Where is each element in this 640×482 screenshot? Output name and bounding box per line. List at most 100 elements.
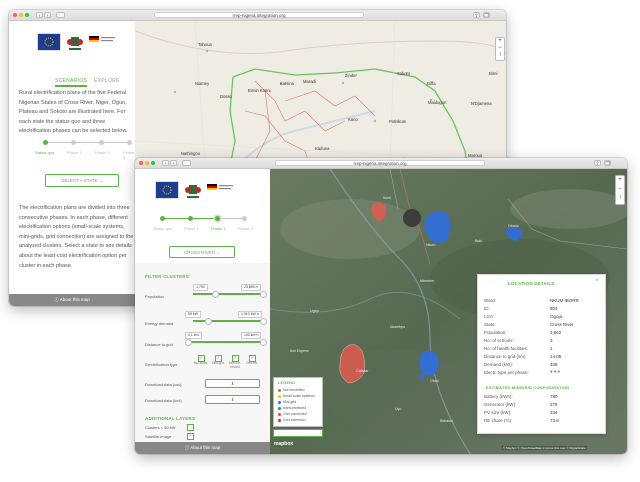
back-nav-icon[interactable]: ‹	[162, 160, 169, 167]
back-description: Rural electrification plans of the five …	[19, 89, 135, 137]
filter-label: Population	[145, 294, 164, 299]
download-kml-button[interactable]: ⬇	[205, 395, 260, 404]
back-nav-icon[interactable]: ‹	[36, 12, 43, 19]
checkbox-label: Grid ext.	[245, 361, 259, 365]
detail-value: 3	[550, 338, 553, 343]
close-icon[interactable]: ×	[595, 278, 599, 284]
checkbox-satellite-image[interactable]: ✓	[187, 433, 194, 440]
front-phase-dot-phase-2[interactable]	[215, 216, 220, 221]
forward-nav-icon[interactable]: ›	[44, 12, 51, 19]
chevron-down-icon: ⌄	[98, 178, 103, 183]
help-icon[interactable]: ⓘ	[187, 273, 191, 279]
back-phase-dot-phase-2[interactable]	[99, 140, 104, 145]
distance-slider-track[interactable]	[187, 341, 263, 343]
close-window-button[interactable]	[13, 13, 17, 17]
tab-explore[interactable]: EXPLORE	[94, 78, 120, 84]
back-compass-button[interactable]: ↑	[496, 52, 504, 59]
download-icon: ⬇	[230, 397, 235, 402]
back-url-bar[interactable]: rrep-nigeria.integration.org	[154, 12, 364, 18]
tabs-icon[interactable]: ❐	[483, 12, 490, 19]
forward-nav-icon[interactable]: ›	[170, 160, 177, 167]
map-city-label: Birni	[489, 71, 498, 76]
nigeria-coat-of-arms-logo	[185, 185, 201, 198]
filter-max-value[interactable]: 100 km h	[241, 332, 262, 339]
legend-label: Grid connected	[283, 412, 307, 416]
filter-min-value[interactable]: 1,790	[193, 284, 208, 291]
map-city-label: N'Djamena	[471, 101, 492, 106]
front-zoom-in-button[interactable]: +	[616, 176, 624, 185]
filter-max-value[interactable]: 23,890 h	[241, 284, 261, 291]
intro-line: electrification options (small-scale sys…	[19, 224, 125, 231]
front-zoom-out-button[interactable]: −	[616, 185, 624, 194]
energy-demand-slider-track[interactable]	[193, 320, 263, 322]
front-phase-label: Phase 2	[211, 226, 226, 231]
checkbox-clusters-small[interactable]	[187, 424, 194, 431]
map-place-label: Oban	[430, 379, 439, 383]
share-icon[interactable]: ⇪	[473, 12, 480, 19]
config-key: Generator (kW):	[484, 402, 517, 407]
distance-slider-min-handle[interactable]	[185, 339, 192, 346]
maximize-window-button[interactable]	[25, 13, 29, 17]
distance-slider-max-handle[interactable]	[260, 339, 267, 346]
front-url-bar[interactable]: rrep-nigeria.integration.org	[275, 160, 485, 166]
state-select-button[interactable]: CROSS RIVER ⌄	[169, 246, 235, 258]
front-about-footer[interactable]: ⓘ About this map	[135, 442, 270, 454]
tab-scenarios[interactable]: SCENARIOS	[55, 78, 88, 87]
map-place-label: Ikom	[383, 196, 391, 200]
config-value: 278	[550, 402, 558, 407]
back-phase-dot-phase-1[interactable]	[71, 140, 76, 145]
back-about-footer[interactable]: ⓘ About this map	[9, 294, 135, 306]
back-intro-text: The electrification plans are divided in…	[19, 204, 135, 271]
map-place-label: Akamkpa	[390, 325, 405, 329]
filter-min-value[interactable]: 59 kW	[185, 311, 201, 318]
front-phase-dot-status-quo[interactable]	[160, 216, 165, 221]
intro-line: The electrification plans are divided in…	[19, 205, 130, 211]
map-place-label: Ugep	[310, 309, 319, 313]
population-slider-max-handle[interactable]	[260, 291, 267, 298]
minimize-window-button[interactable]	[145, 161, 149, 165]
energy-demand-slider-max-handle[interactable]	[260, 318, 267, 325]
tabs-icon[interactable]: ❐	[604, 160, 611, 167]
description-line: Nigerian States of Cross River, Niger, O…	[19, 99, 127, 106]
sidebar-toggle-icon[interactable]	[182, 160, 191, 166]
maximize-window-button[interactable]	[151, 161, 155, 165]
back-select-state-button[interactable]: SELECT A STATE ⌄	[45, 174, 119, 187]
map-attribution[interactable]: © Mapbox © OpenStreetMap Improve this ma…	[502, 446, 587, 450]
config-value: 780	[550, 394, 558, 399]
energy-demand-slider-min-handle[interactable]	[205, 318, 212, 325]
back-phase-dot-phase-3[interactable]	[127, 140, 132, 145]
front-compass-button[interactable]: ↑	[616, 194, 624, 203]
filter-max-value[interactable]: 1,910 kW h	[238, 311, 262, 318]
legend-label: Not electrified	[283, 388, 305, 392]
checkbox-label: Mini-grid	[211, 361, 225, 365]
filter-label: Energy demand	[145, 321, 174, 326]
nigeria-coat-of-arms-logo	[67, 37, 83, 50]
back-zoom-in-button[interactable]: +	[496, 38, 504, 45]
front-phase-dot-phase-1[interactable]	[188, 216, 193, 221]
back-phase-label: Phase 1	[67, 150, 82, 155]
map-city-label: Tahoua	[198, 42, 212, 47]
map-place-label: Ikot Ekpene	[290, 349, 309, 353]
filter-min-value[interactable]: 0.1 km	[185, 332, 202, 339]
front-satellite-map[interactable]: Ikom Nkum Obudu Ugep Calabar Oban Ikot E…	[270, 169, 627, 454]
population-slider-track[interactable]	[193, 293, 263, 295]
sidebar-toggle-icon[interactable]	[56, 12, 65, 18]
download-icon: ⬇	[230, 381, 235, 386]
detail-key: No. of health facilities:	[484, 346, 529, 351]
legend-item: Mini grid	[278, 400, 296, 404]
download-csv-button[interactable]: ⬇	[205, 379, 260, 388]
back-zoom-out-button[interactable]: −	[496, 45, 504, 52]
population-slider-min-handle[interactable]	[212, 291, 219, 298]
back-phase-dot-status-quo[interactable]	[43, 140, 48, 145]
share-icon[interactable]: ⇪	[594, 160, 601, 167]
map-city-label: Birnin Konni	[248, 88, 271, 93]
map-city-label: Nathingou	[181, 151, 201, 156]
front-phase-dot-phase-3[interactable]	[242, 216, 247, 221]
minimize-window-button[interactable]	[19, 13, 23, 17]
filter-clusters-title: FILTER CLUSTERS	[145, 274, 189, 279]
map-search-box[interactable]	[273, 429, 323, 437]
map-city-label: Zinder	[345, 73, 357, 78]
map-legend: LEGEND Not electrified Small-scale syste…	[273, 377, 323, 427]
close-window-button[interactable]	[139, 161, 143, 165]
intro-line: about the least-cost electrification opt…	[19, 252, 127, 259]
